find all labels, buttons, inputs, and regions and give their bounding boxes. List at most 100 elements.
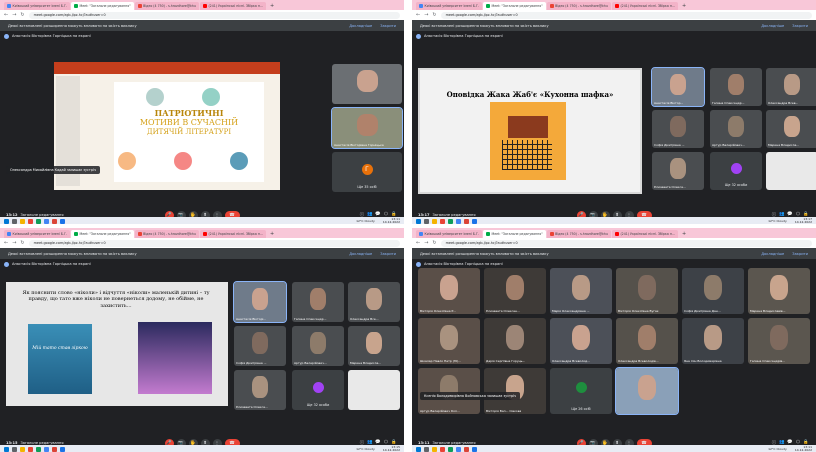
close-link[interactable]: Закрити — [792, 24, 808, 28]
taskbar-app-icon[interactable] — [20, 446, 25, 452]
participant-tile[interactable]: Вікторія Олексіївна Вугак — [616, 268, 678, 314]
taskbar-app-icon[interactable] — [432, 218, 437, 224]
participant-tile[interactable]: Марина Владисла... — [766, 110, 816, 148]
taskbar-app-icon[interactable] — [44, 446, 49, 452]
taskbar-app-icon[interactable] — [60, 446, 65, 452]
participant-tile[interactable]: Олександра Все... — [348, 282, 400, 322]
url-field[interactable]: meet.google.com/zgb-jlpz-hcj?authuser=0 — [28, 239, 400, 247]
browser-tab[interactable]: Meet: "Загальне редагування" — [70, 2, 134, 10]
participant-tile[interactable]: Анастасія Вікторівна Горніцька — [331, 107, 403, 149]
participant-tile[interactable]: Олександра Всеволод... — [550, 318, 612, 364]
url-field[interactable]: meet.google.com/zgb-jlpz-hcj?authuser=0 — [28, 11, 400, 19]
forward-icon[interactable]: → — [424, 240, 428, 246]
weather-widget[interactable]: 12°C Cloudy — [768, 447, 787, 451]
taskbar-app-icon[interactable] — [416, 218, 421, 224]
back-icon[interactable]: ← — [416, 12, 420, 18]
new-tab-button[interactable]: + — [679, 2, 689, 10]
participant-tile[interactable]: Марія Олександрівна ... — [550, 268, 612, 314]
new-tab-button[interactable]: + — [267, 230, 277, 238]
taskbar-app-icon[interactable] — [36, 446, 41, 452]
close-link[interactable]: Закрити — [380, 252, 396, 256]
taskbar-app-icon[interactable] — [440, 218, 445, 224]
participant-tile[interactable]: Артур Валерійович Кол... — [418, 368, 480, 414]
participant-tile[interactable]: Марина Владиславів... — [748, 268, 810, 314]
browser-tab[interactable]: (241) Українські пісні. Збірка н... — [611, 230, 678, 238]
forward-icon[interactable]: → — [12, 240, 16, 246]
reload-icon[interactable]: ↻ — [432, 240, 436, 246]
back-icon[interactable]: ← — [4, 12, 8, 18]
taskbar-app-icon[interactable] — [464, 218, 469, 224]
taskbar-app-icon[interactable] — [52, 218, 57, 224]
browser-tab[interactable]: Meet: "Загальне редагування" — [482, 230, 546, 238]
participant-tile[interactable]: Артур Валерійович... — [292, 326, 344, 366]
browser-tab[interactable]: Відео (4 750) - s.hrozdhore@khu — [134, 2, 199, 10]
weather-widget[interactable]: 12°C Cloudy — [768, 219, 787, 223]
browser-tab[interactable]: Відео (4 750) - s.hrozdhore@khu — [546, 2, 611, 10]
browser-tab[interactable]: Meet: "Загальне редагування" — [70, 230, 134, 238]
browser-tab[interactable]: Meet: "Загальне редагування" — [482, 2, 546, 10]
participant-tile[interactable] — [332, 64, 402, 104]
participant-tile[interactable]: Галина Олександр... — [710, 68, 762, 106]
details-link[interactable]: Докладніше — [761, 252, 784, 256]
taskbar-app-icon[interactable] — [448, 218, 453, 224]
taskbar-app-icon[interactable] — [472, 446, 477, 452]
browser-tab[interactable]: Відео (4 750) - s.hrozdhore@khu — [546, 230, 611, 238]
browser-tab[interactable]: Київський університет імені Б.Г. — [416, 230, 482, 238]
forward-icon[interactable]: → — [424, 12, 428, 18]
participant-tile[interactable]: Єлизавета Олексан... — [484, 268, 546, 314]
browser-tab[interactable]: Київський університет імені Б.Г. — [4, 230, 70, 238]
taskbar-app-icon[interactable] — [424, 218, 429, 224]
taskbar-app-icon[interactable] — [12, 218, 17, 224]
participant-tile[interactable]: Ще 32 особи — [292, 370, 344, 410]
taskbar-app-icon[interactable] — [28, 218, 33, 224]
participant-tile[interactable]: Софія Дмитрівна Дан... — [682, 268, 744, 314]
taskbar-app-icon[interactable] — [44, 218, 49, 224]
participant-tile[interactable]: Єлизавета Олекса... — [234, 370, 286, 410]
url-field[interactable]: meet.google.com/zgb-jlpz-hcj?authuser=0 — [440, 11, 812, 19]
taskbar-app-icon[interactable] — [440, 446, 445, 452]
forward-icon[interactable]: → — [12, 12, 16, 18]
new-tab-button[interactable]: + — [267, 2, 277, 10]
participant-tile[interactable]: Шкалар Павло Петр (Ю)... — [418, 318, 480, 364]
participant-tile[interactable]: Софія Дмитрівна ... — [234, 326, 286, 366]
details-link[interactable]: Докладніше — [761, 24, 784, 28]
taskbar-app-icon[interactable] — [464, 446, 469, 452]
participant-tile[interactable]: Яна Ілін Володимирівна — [682, 318, 744, 364]
taskbar-app-icon[interactable] — [456, 218, 461, 224]
url-field[interactable]: meet.google.com/zgb-jlpz-hcj?authuser=0 — [440, 239, 812, 247]
taskbar-app-icon[interactable] — [416, 446, 421, 452]
participant-tile[interactable]: Марина Владисла... — [348, 326, 400, 366]
taskbar-app-icon[interactable] — [456, 446, 461, 452]
taskbar-app-icon[interactable] — [472, 218, 477, 224]
back-icon[interactable]: ← — [4, 240, 8, 246]
taskbar-app-icon[interactable] — [4, 446, 9, 452]
participant-tile[interactable]: Галина Олександрів... — [748, 318, 810, 364]
details-link[interactable]: Докладніше — [349, 24, 372, 28]
participant-tile[interactable]: Олександра Всеволодів... — [616, 318, 678, 364]
details-link[interactable]: Докладніше — [349, 252, 372, 256]
close-link[interactable]: Закрити — [792, 252, 808, 256]
participant-tile[interactable]: Єлизавета Олекса... — [652, 152, 704, 190]
taskbar-app-icon[interactable] — [424, 446, 429, 452]
taskbar-app-icon[interactable] — [28, 446, 33, 452]
participant-tile[interactable]: Вікторія Вал... Сівкова — [484, 368, 546, 414]
browser-tab[interactable]: (241) Українські пісні. Збірка н... — [199, 2, 266, 10]
browser-tab[interactable]: (241) Українські пісні. Збірка н... — [611, 2, 678, 10]
reload-icon[interactable]: ↻ — [20, 12, 24, 18]
browser-tab[interactable]: (241) Українські пісні. Збірка н... — [199, 230, 266, 238]
participant-tile[interactable]: Олександра Всев... — [766, 68, 816, 106]
taskbar-app-icon[interactable] — [36, 218, 41, 224]
reload-icon[interactable]: ↻ — [432, 12, 436, 18]
participant-tile[interactable]: Ще 26 осіб — [550, 368, 612, 414]
participant-tile[interactable]: Дарія Сергіївна Горуць... — [484, 318, 546, 364]
participant-tile[interactable]: Ще 32 особи — [710, 152, 762, 190]
taskbar-app-icon[interactable] — [432, 446, 437, 452]
back-icon[interactable]: ← — [416, 240, 420, 246]
taskbar-app-icon[interactable] — [12, 446, 17, 452]
taskbar-app-icon[interactable] — [60, 218, 65, 224]
taskbar-app-icon[interactable] — [52, 446, 57, 452]
participant-tile[interactable] — [615, 367, 679, 415]
taskbar-app-icon[interactable] — [448, 446, 453, 452]
close-link[interactable]: Закрити — [380, 24, 396, 28]
taskbar-app-icon[interactable] — [4, 218, 9, 224]
